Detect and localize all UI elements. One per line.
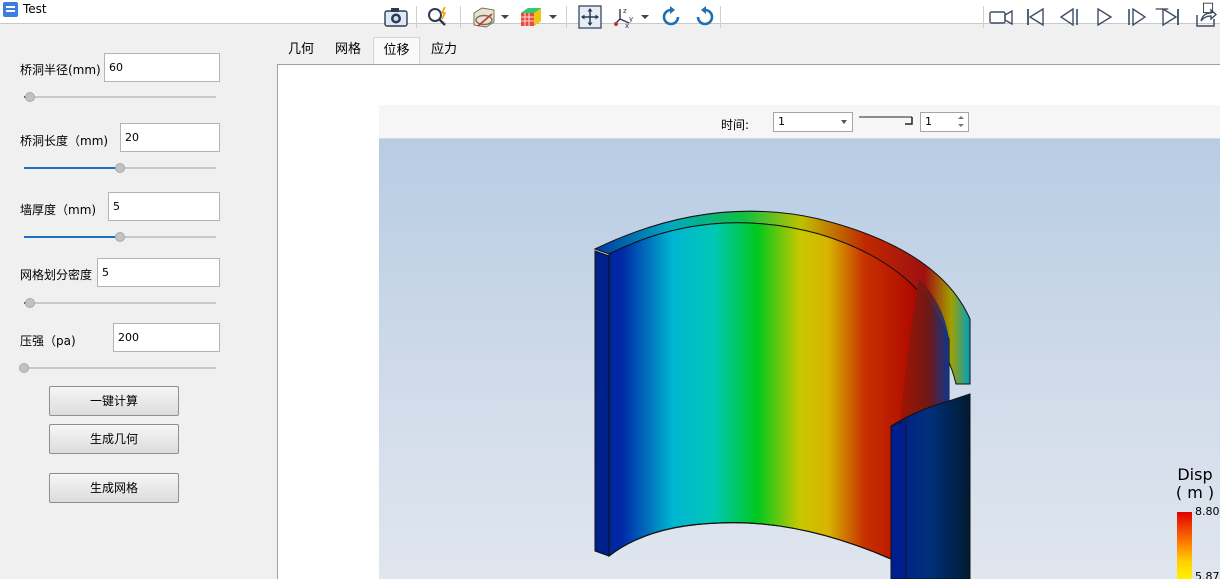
rotate-ccw-icon[interactable]: [693, 5, 717, 29]
compute-button[interactable]: 一键计算: [49, 386, 179, 416]
toolbar-separator: [460, 6, 461, 28]
record-icon[interactable]: [988, 5, 1014, 29]
play-icon[interactable]: [1094, 5, 1114, 29]
chevron-down-icon[interactable]: [641, 15, 649, 19]
pressure-label: 压强（pa): [20, 334, 76, 348]
svg-text:y: y: [629, 15, 633, 23]
window-title: Test: [23, 2, 47, 16]
axes-icon[interactable]: z y x: [612, 5, 640, 29]
tab-stress[interactable]: 应力: [424, 37, 464, 65]
last-frame-icon[interactable]: [1160, 5, 1182, 29]
radius-input[interactable]: [104, 53, 220, 82]
time-scrubber[interactable]: [858, 114, 916, 126]
visibility-icon[interactable]: [470, 5, 498, 29]
slider-handle[interactable]: [115, 163, 125, 173]
wall-thickness-label: 墙厚度（mm): [20, 203, 97, 217]
app-icon: [3, 2, 18, 17]
legend-title-line2: ( m ): [1175, 483, 1215, 502]
render-viewport[interactable]: [379, 139, 1220, 579]
svg-text:z: z: [623, 7, 627, 15]
export-icon[interactable]: [1194, 5, 1218, 29]
pressure-slider[interactable]: [19, 362, 216, 374]
wall-thickness-slider[interactable]: [24, 231, 216, 243]
chevron-down-icon[interactable]: [549, 15, 557, 19]
toolbar-separator: [983, 6, 984, 28]
tab-displacement[interactable]: 位移: [373, 37, 420, 65]
legend-title: Disp ( m ): [1175, 466, 1215, 502]
frame-spinbox[interactable]: 1: [920, 112, 969, 132]
slider-handle[interactable]: [115, 232, 125, 242]
tab-geometry[interactable]: 几何: [281, 37, 321, 65]
slider-handle[interactable]: [19, 363, 29, 373]
tab-mesh[interactable]: 网格: [328, 37, 368, 65]
first-frame-icon[interactable]: [1024, 5, 1046, 29]
zoom-to-box-icon[interactable]: [425, 5, 451, 29]
displacement-model: [593, 210, 971, 579]
radius-label: 桥洞半径(mm): [20, 63, 101, 77]
generate-mesh-button[interactable]: 生成网格: [49, 473, 179, 503]
length-label: 桥洞长度（mm): [20, 134, 109, 148]
slider-handle[interactable]: [24, 92, 35, 102]
reset-camera-icon[interactable]: [577, 5, 603, 29]
chevron-down-icon[interactable]: [501, 15, 509, 19]
legend-min-value: 5.87: [1195, 570, 1220, 579]
time-combo-value: 1: [778, 115, 785, 128]
slider-fill: [24, 236, 120, 238]
radius-slider[interactable]: [24, 91, 216, 103]
toolbar-separator: [416, 6, 417, 28]
time-label: 时间:: [721, 118, 750, 132]
camera-icon[interactable]: [383, 5, 409, 29]
length-slider[interactable]: [24, 162, 216, 174]
length-input[interactable]: [120, 123, 220, 152]
spin-down-icon[interactable]: [958, 124, 964, 127]
legend-max-value: 8.80: [1195, 505, 1220, 518]
generate-geometry-button[interactable]: 生成几何: [49, 424, 179, 454]
mesh-density-slider[interactable]: [24, 297, 216, 309]
slider-fill: [24, 167, 120, 169]
legend-title-line1: Disp: [1177, 465, 1213, 484]
legend-color-bar: [1177, 512, 1192, 579]
color-map-icon[interactable]: [518, 5, 544, 29]
chevron-down-icon: [841, 120, 847, 124]
frame-spinbox-value: 1: [925, 115, 932, 128]
time-combo[interactable]: 1: [773, 112, 853, 132]
toolbar-separator: [720, 6, 721, 28]
wall-thickness-input[interactable]: [108, 192, 220, 221]
toolbar-separator: [566, 6, 567, 28]
mesh-density-label: 网格划分密度: [20, 268, 93, 282]
spin-up-icon[interactable]: [958, 116, 964, 119]
mesh-density-input[interactable]: [97, 258, 220, 287]
slider-handle[interactable]: [24, 298, 35, 308]
next-frame-icon[interactable]: [1126, 5, 1148, 29]
pressure-input[interactable]: [113, 323, 220, 352]
svg-text:x: x: [625, 22, 629, 29]
prev-frame-icon[interactable]: [1058, 5, 1080, 29]
rotate-cw-icon[interactable]: [659, 5, 683, 29]
